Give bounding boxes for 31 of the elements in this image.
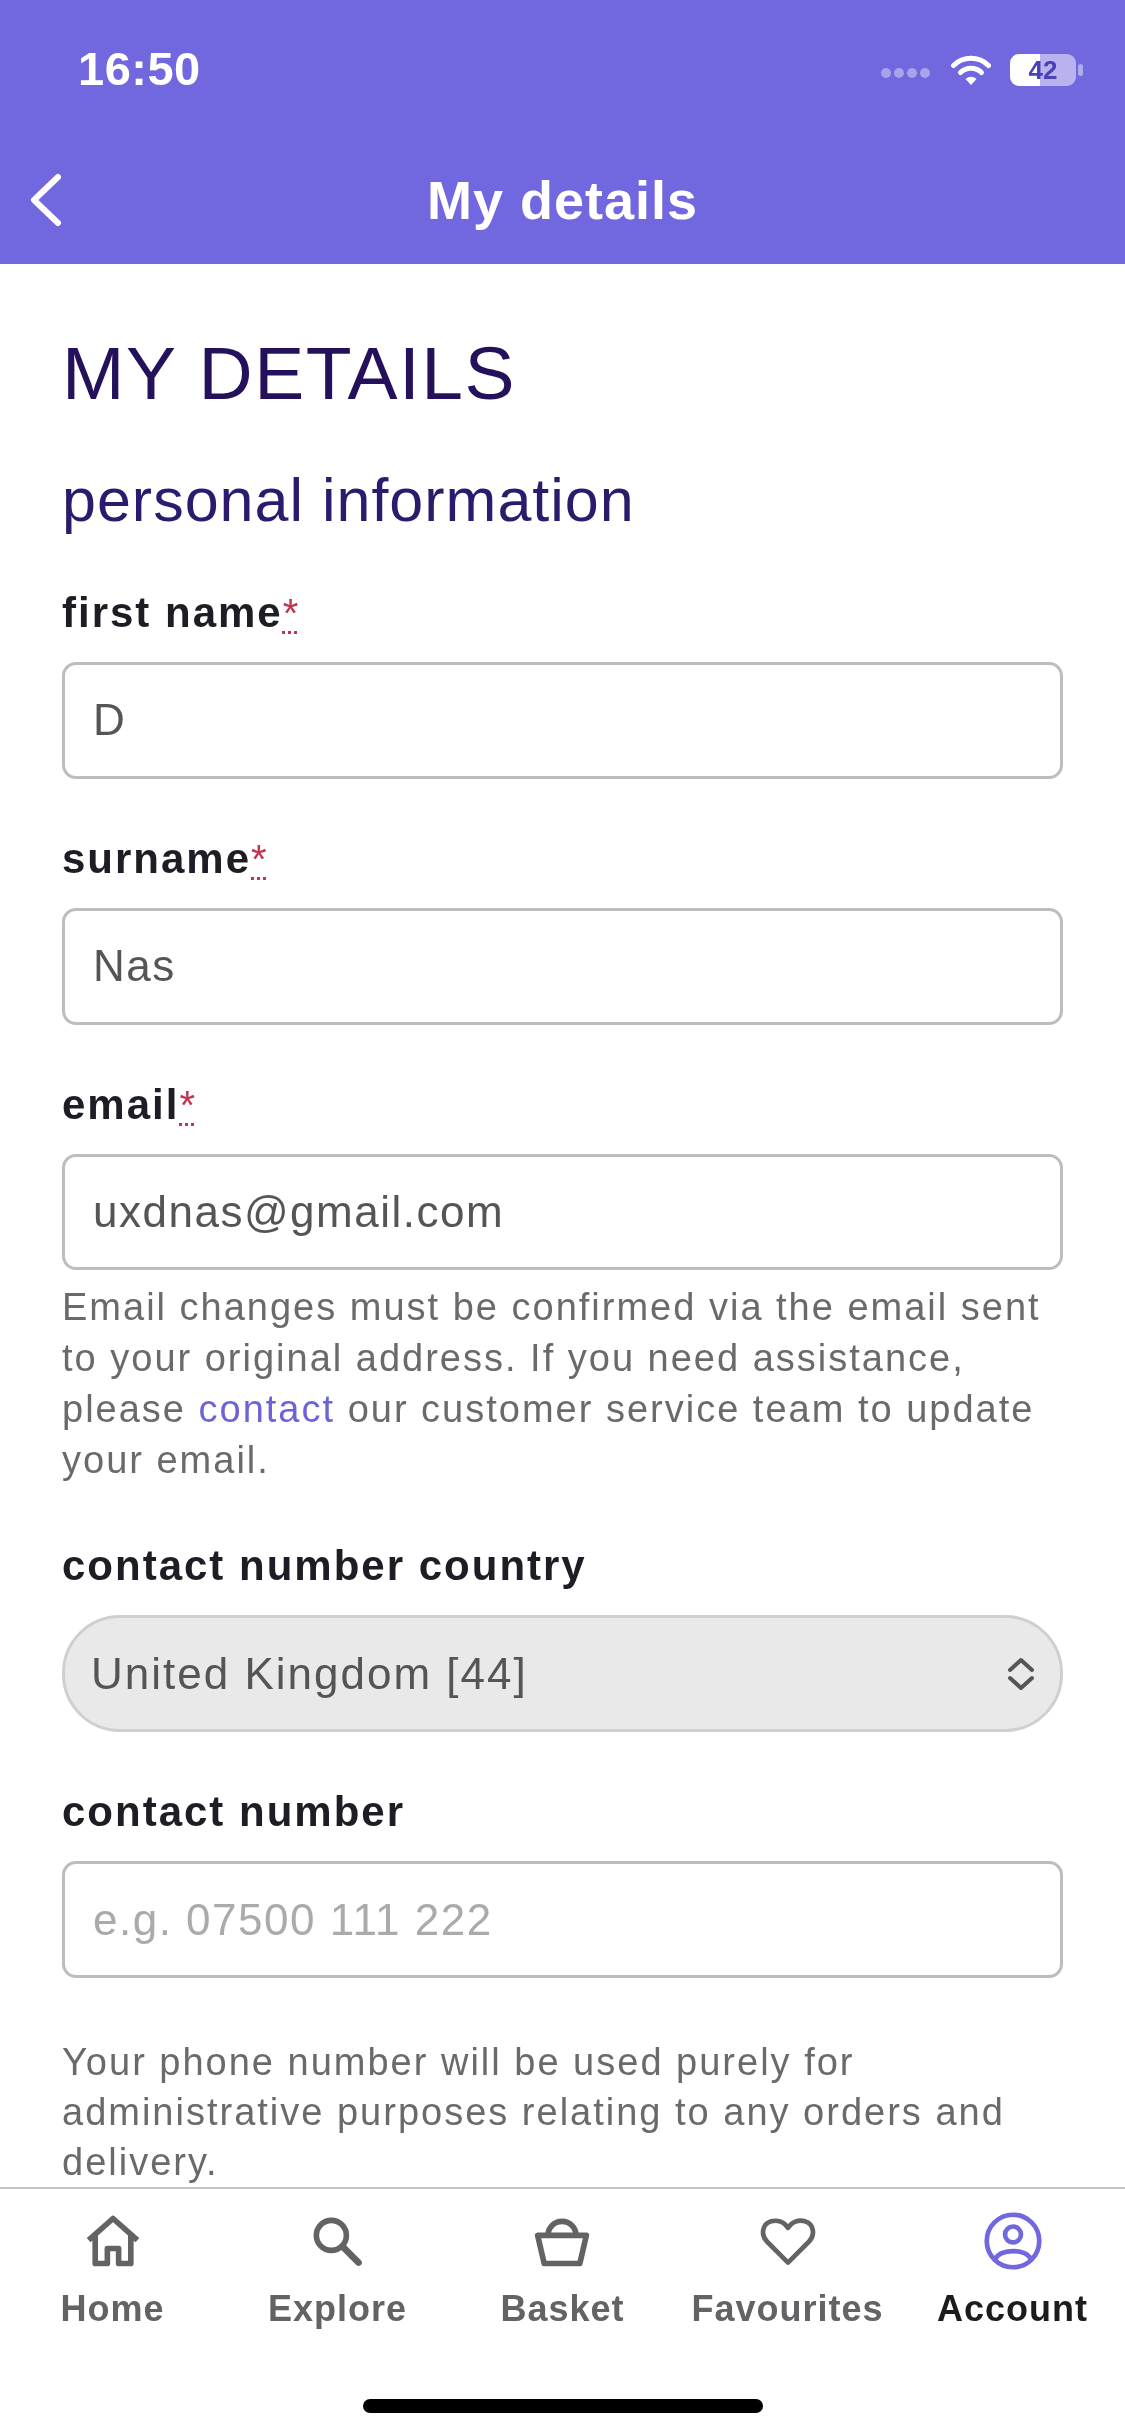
text-field[interactable]: uxdnas@gmail.com <box>62 1153 1063 1271</box>
screen-title: My details <box>426 169 699 231</box>
text-field[interactable]: Nas <box>62 907 1063 1025</box>
tab[interactable]: Favourites <box>687 2211 888 2331</box>
chevron-left-icon <box>28 172 64 228</box>
tab[interactable]: Account <box>933 2211 1092 2331</box>
field-label: contact number country <box>62 1541 587 1592</box>
dropdown-field[interactable]: United Kingdom [44] <box>62 1615 1063 1733</box>
required-asterisk: * <box>282 593 299 633</box>
field-label: first name <box>62 588 283 638</box>
user-circle-icon <box>982 2211 1043 2271</box>
help-text: Your phone number will be used purely for administrative purposes relating to any orders and delivery. <box>62 2040 1006 2185</box>
status-time: 16:50 <box>78 40 201 96</box>
tab[interactable]: Home <box>56 2211 169 2331</box>
tab[interactable]: Explore <box>263 2211 411 2331</box>
required-asterisk: * <box>179 1084 195 1125</box>
text-field[interactable]: D <box>62 662 1063 779</box>
chevron-up-down-icon <box>1006 1655 1036 1692</box>
battery-cap-icon <box>1078 64 1083 76</box>
help-text: Email changes must be confirmed via the email sent to your original address. If you need assistance, please contact our customer service team to update your email. <box>62 1285 1042 1484</box>
field-label: contact number <box>62 1787 406 1838</box>
field-label: email <box>62 1079 180 1130</box>
signal-icon <box>880 67 932 79</box>
section-title: personal information <box>62 465 635 536</box>
field-label: surname <box>62 833 252 884</box>
contact-link[interactable]: contact <box>198 1388 336 1431</box>
wifi-icon <box>950 54 992 86</box>
text-field[interactable]: e.g. 07500 111 222 <box>62 1861 1063 1978</box>
page-heading: MY DETAILS <box>62 330 516 417</box>
tab[interactable]: Basket <box>496 2211 629 2331</box>
required-asterisk: * <box>251 838 267 879</box>
